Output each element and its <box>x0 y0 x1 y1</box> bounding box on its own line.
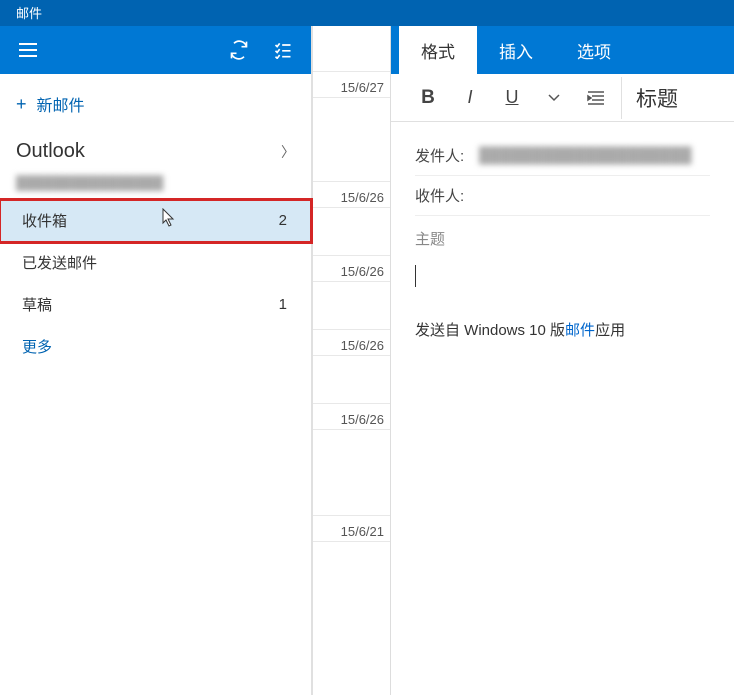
folder-count: 1 <box>279 296 287 313</box>
folder-label: 已发送邮件 <box>22 252 97 273</box>
underline-button[interactable]: U <box>491 77 533 119</box>
new-mail-button[interactable]: + 新邮件 <box>0 74 311 134</box>
tab-format[interactable]: 格式 <box>399 26 477 74</box>
folder-more[interactable]: 更多 <box>0 326 311 368</box>
message-list: 15/6/27 15/6/26 15/6/26 15/6/26 15/6/26 15/6/… <box>312 26 390 695</box>
sync-icon <box>229 40 249 60</box>
account-row[interactable]: Outlook 〉 <box>0 134 311 175</box>
signature: 发送自 Windows 10 版邮件应用 <box>415 319 710 340</box>
font-dropdown[interactable] <box>533 77 575 119</box>
message-date[interactable]: 15/6/21 <box>313 516 390 542</box>
sync-button[interactable] <box>219 30 259 70</box>
compose-tabs: 格式 插入 选项 <box>391 26 734 74</box>
to-field[interactable]: 收件人: <box>415 176 710 216</box>
app-title: 邮件 <box>16 6 42 21</box>
italic-button[interactable]: I <box>449 77 491 119</box>
indent-icon <box>586 90 606 106</box>
titlebar: 邮件 <box>0 0 734 26</box>
to-label: 收件人: <box>415 185 479 206</box>
new-mail-label: 新邮件 <box>37 92 85 116</box>
message-date[interactable]: 15/6/26 <box>313 330 390 356</box>
message-date[interactable]: 15/6/26 <box>313 404 390 430</box>
chevron-down-icon <box>548 94 560 102</box>
compose-fields: 发件人: ████████████████████ 收件人: 主题 <box>391 122 734 261</box>
compose-pane: 格式 插入 选项 B I U 标题 发件人: █████████████████… <box>390 26 734 695</box>
view-button[interactable] <box>263 30 303 70</box>
sidebar-header <box>0 26 311 74</box>
compose-body[interactable]: 发送自 Windows 10 版邮件应用 <box>391 261 734 340</box>
chevron-right-icon: 〉 <box>281 142 295 162</box>
tab-options[interactable]: 选项 <box>555 26 633 74</box>
folder-label: 草稿 <box>22 294 52 315</box>
folder-drafts[interactable]: 草稿 1 <box>0 284 311 326</box>
account-name: Outlook <box>16 140 85 163</box>
subject-field[interactable]: 主题 <box>415 216 710 261</box>
folder-sent[interactable]: 已发送邮件 <box>0 242 311 284</box>
folder-count: 2 <box>279 212 287 229</box>
tab-insert[interactable]: 插入 <box>477 26 555 74</box>
cursor-icon <box>162 208 176 228</box>
subject-placeholder: 主题 <box>415 228 445 249</box>
plus-icon: + <box>16 94 27 115</box>
message-date[interactable]: 15/6/26 <box>313 182 390 208</box>
indent-button[interactable] <box>575 77 617 119</box>
from-field[interactable]: 发件人: ████████████████████ <box>415 136 710 176</box>
text-cursor <box>415 265 416 287</box>
hamburger-icon <box>19 43 37 57</box>
from-label: 发件人: <box>415 145 479 166</box>
folder-list: 收件箱 2 已发送邮件 草稿 1 更多 <box>0 200 311 368</box>
heading-style-button[interactable]: 标题 <box>621 77 692 119</box>
from-value: ████████████████████ <box>479 147 710 164</box>
folder-label: 更多 <box>22 336 52 357</box>
hamburger-menu-button[interactable] <box>8 30 48 70</box>
folder-inbox[interactable]: 收件箱 2 <box>0 200 311 242</box>
account-email: ████████████████ <box>0 175 311 200</box>
sidebar: + 新邮件 Outlook 〉 ████████████████ 收件箱 2 已… <box>0 26 312 695</box>
folder-label: 收件箱 <box>22 210 67 231</box>
bold-button[interactable]: B <box>407 77 449 119</box>
format-toolbar: B I U 标题 <box>391 74 734 122</box>
checklist-icon <box>273 41 293 59</box>
signature-link[interactable]: 邮件 <box>565 322 595 339</box>
message-date[interactable]: 15/6/27 <box>313 72 390 98</box>
message-date[interactable]: 15/6/26 <box>313 256 390 282</box>
